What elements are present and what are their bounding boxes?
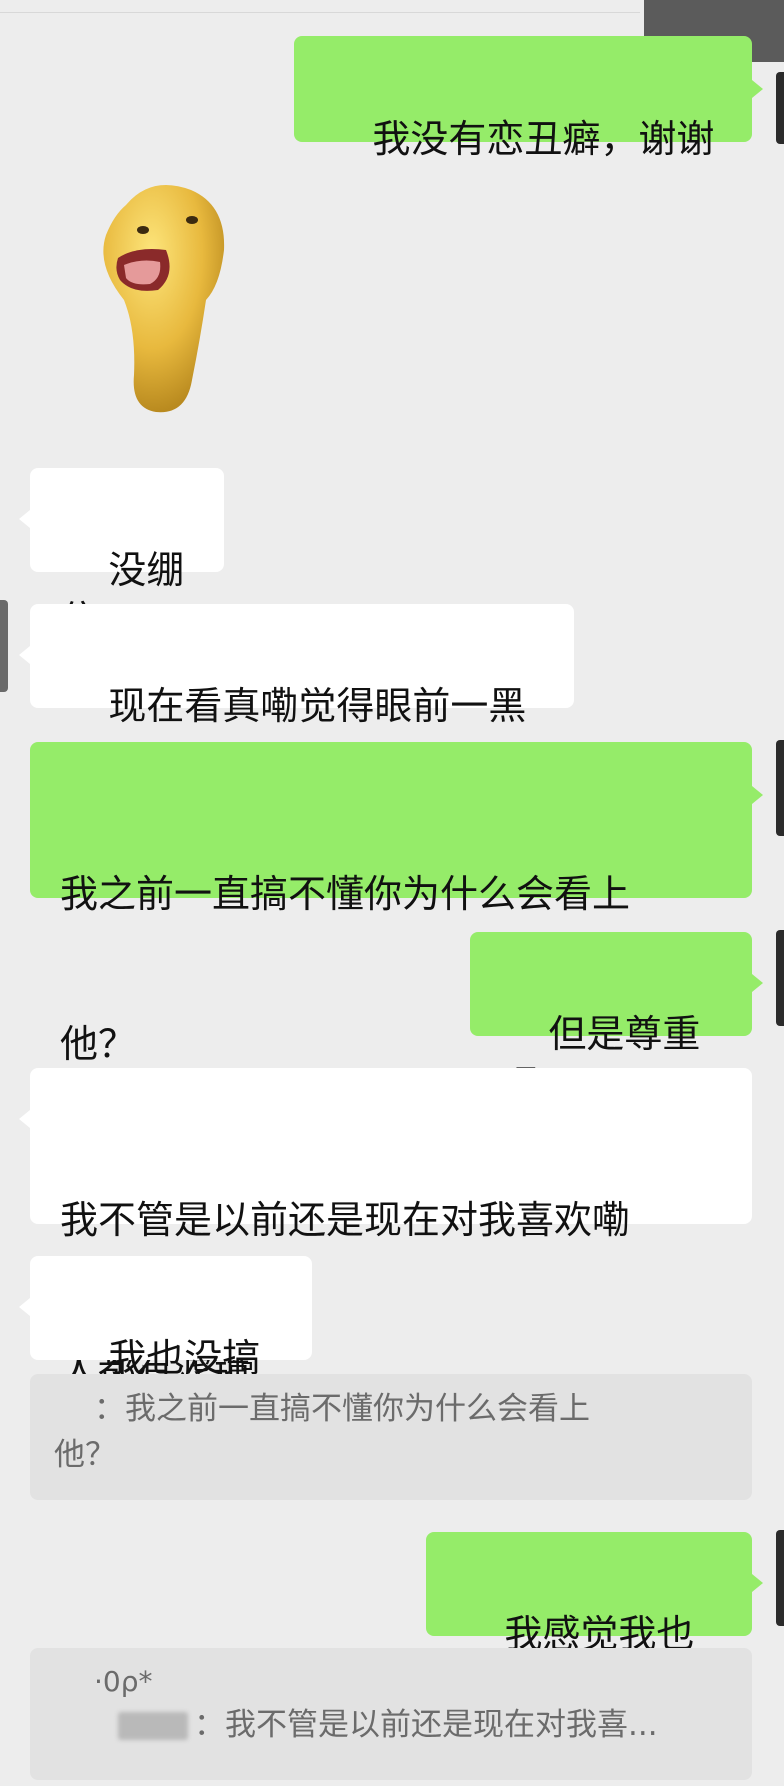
chat-view[interactable]: 我没有恋丑癖，谢谢 没绷住 现在看真嘞觉得眼前一黑 <box>0 0 784 1786</box>
quote-text-line: ：我不管是以前还是现在对我喜... <box>54 1702 728 1748</box>
quoted-message[interactable]: ·0ρ* ：我不管是以前还是现在对我喜... <box>30 1648 752 1780</box>
divider <box>0 12 640 13</box>
message-bubble-sent[interactable]: 我感觉我也是 <box>426 1532 752 1706</box>
message-text: 现在看真嘞觉得眼前一黑 <box>108 684 527 728</box>
bubble-tail <box>19 646 30 664</box>
message-bubble-received[interactable]: 我也没搞懂 <box>30 1256 312 1430</box>
quote-text: ：我不管是以前还是现在对我喜... <box>194 1707 658 1743</box>
bubble-tail <box>19 1298 30 1316</box>
bubble-tail <box>752 80 763 98</box>
avatar[interactable] <box>0 600 8 692</box>
message-text: 我没有恋丑癖，谢谢 <box>372 117 715 161</box>
avatar[interactable] <box>776 1530 784 1626</box>
bubble-tail <box>19 510 30 528</box>
bubble-tail <box>19 1110 30 1128</box>
message-bubble-sent[interactable]: 我没有恋丑癖，谢谢 <box>294 36 752 161</box>
quoted-message[interactable]: ：我之前一直搞不懂你为什么会看上 他？ <box>30 1374 752 1500</box>
quote-text-line: 他？ <box>54 1437 116 1473</box>
bubble-tail <box>752 786 763 804</box>
message-bubble-received[interactable]: 现在看真嘞觉得眼前一黑 <box>30 604 574 728</box>
avatar[interactable] <box>776 930 784 1026</box>
yellow-blob-sticker[interactable] <box>96 180 236 420</box>
quote-text-line: ·0ρ* <box>94 1665 153 1698</box>
bubble-tail <box>752 974 763 992</box>
message-bubble-sent[interactable]: 但是尊重吧 <box>470 932 752 1106</box>
quote-text-line: ：我之前一直搞不懂你为什么会看上 <box>94 1391 590 1427</box>
message-text-line: 我之前一直搞不懂你为什么会看上 <box>60 872 631 916</box>
avatar[interactable] <box>776 740 784 836</box>
avatar[interactable] <box>776 72 784 144</box>
message-text-line: 我不管是以前还是现在对我喜欢嘞 <box>60 1198 631 1242</box>
bubble-tail <box>752 1574 763 1592</box>
message-bubble-sent[interactable]: 我之前一直搞不懂你为什么会看上 他？ <box>30 742 752 1066</box>
message-bubble-received[interactable]: 我不管是以前还是现在对我喜欢嘞 人都有滤镜 <box>30 1068 752 1392</box>
message-bubble-received[interactable]: 没绷住 <box>30 468 224 642</box>
blurred-name <box>118 1712 188 1740</box>
